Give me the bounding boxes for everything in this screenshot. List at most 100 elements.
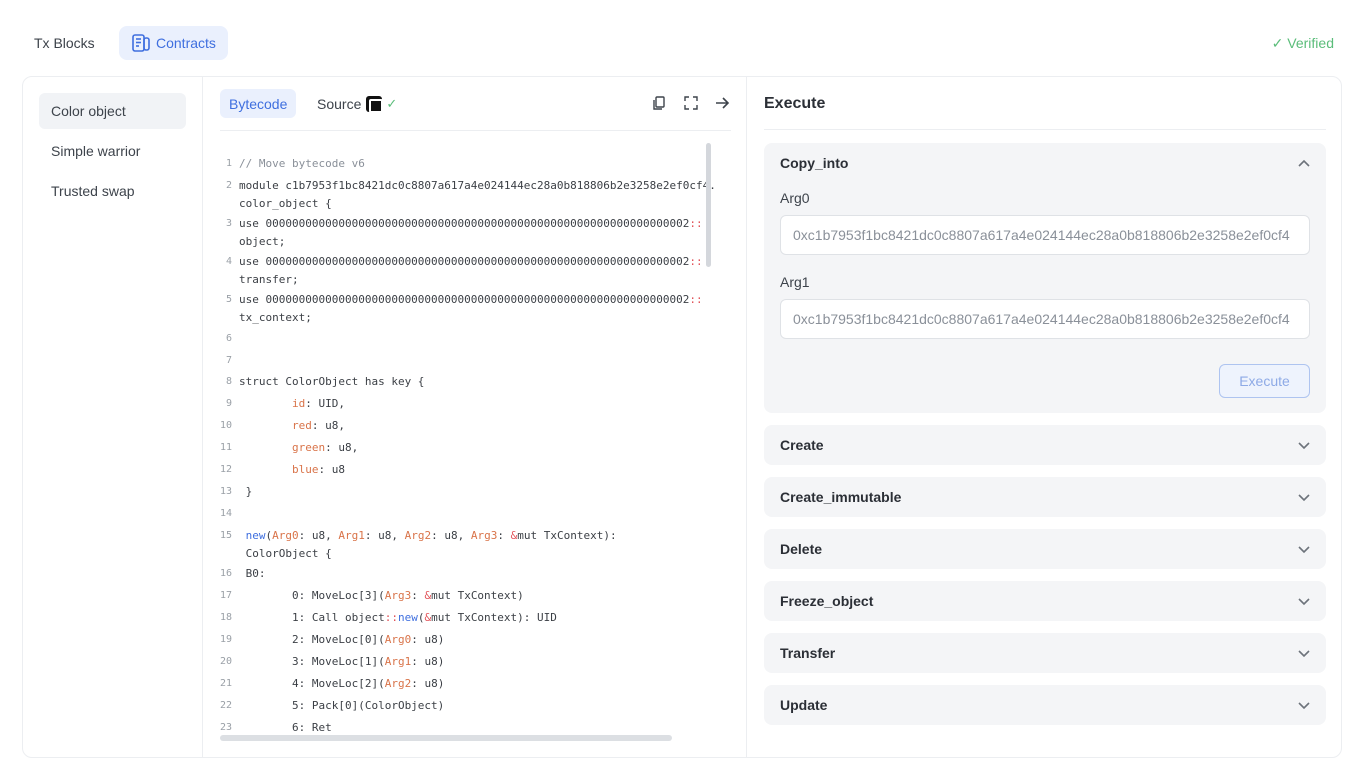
sidebar-item-simple-warrior[interactable]: Simple warrior bbox=[39, 133, 186, 169]
function-create[interactable]: Create bbox=[764, 425, 1326, 465]
sidebar-item-trusted-swap[interactable]: Trusted swap bbox=[39, 173, 186, 209]
line-number: 15 bbox=[220, 530, 233, 541]
code-line: color_object { bbox=[239, 197, 332, 210]
function-name: Delete bbox=[780, 541, 823, 557]
vertical-scrollbar[interactable] bbox=[706, 143, 711, 267]
function-create-immutable[interactable]: Create_immutable bbox=[764, 477, 1326, 517]
line-number: 22 bbox=[220, 700, 233, 711]
line-number: 20 bbox=[220, 656, 233, 667]
function-name[interactable]: Copy_into bbox=[780, 155, 848, 171]
code-line: blue: u8 bbox=[291, 463, 345, 476]
tab-contracts[interactable]: Contracts bbox=[119, 26, 228, 60]
line-number: 13 bbox=[220, 486, 233, 497]
bytecode-view[interactable]: 1 // Move bytecode v6 2 module c1b7953f1bc8… bbox=[220, 143, 715, 735]
code-line: use 000000000000000000000000000000000000… bbox=[239, 217, 703, 230]
code-line: use 000000000000000000000000000000000000… bbox=[239, 293, 703, 306]
function-name: Transfer bbox=[780, 645, 836, 661]
code-line: 3: MoveLoc[1](Arg1: u8) bbox=[239, 655, 445, 668]
line-number: 10 bbox=[220, 420, 233, 431]
divider bbox=[764, 129, 1326, 130]
arg1-label: Arg1 bbox=[780, 274, 810, 290]
tab-tx-blocks[interactable]: Tx Blocks bbox=[22, 26, 107, 60]
line-number: 1 bbox=[225, 158, 232, 169]
line-number: 6 bbox=[225, 333, 232, 344]
execute-button[interactable]: Execute bbox=[1219, 364, 1310, 398]
line-number: 23 bbox=[220, 722, 233, 733]
tab-source[interactable]: Source ✓ bbox=[308, 89, 406, 118]
code-line: struct ColorObject has key { bbox=[239, 375, 425, 388]
execute-title: Execute bbox=[764, 95, 826, 112]
code-line: 0: MoveLoc[3](Arg3: &mut TxContext) bbox=[239, 589, 524, 602]
arrow-right-icon[interactable] bbox=[712, 93, 732, 113]
contract-sidebar: Color object Simple warrior Trusted swap bbox=[23, 77, 203, 757]
code-line: module c1b7953f1bc8421dc0c8807a617a4e024… bbox=[239, 179, 715, 192]
sidebar-item-color-object[interactable]: Color object bbox=[39, 93, 186, 129]
sidebar-item-label: Color object bbox=[51, 103, 126, 119]
line-number: 19 bbox=[220, 634, 233, 645]
tab-tx-blocks-label: Tx Blocks bbox=[34, 35, 95, 51]
sidebar-item-label: Simple warrior bbox=[51, 143, 141, 159]
code-line: object; bbox=[239, 235, 286, 248]
top-navigation: Tx Blocks Contracts ✓ Verified bbox=[0, 0, 1368, 76]
function-update[interactable]: Update bbox=[764, 685, 1326, 725]
code-tabs: Bytecode Source ✓ bbox=[220, 89, 731, 131]
chevron-down-icon bbox=[1298, 598, 1310, 606]
code-line: 4: MoveLoc[2](Arg2: u8) bbox=[239, 677, 445, 690]
code-line: 5: Pack[0](ColorObject) bbox=[239, 699, 445, 712]
source-verified-check: ✓ bbox=[386, 95, 398, 111]
code-line: tx_context; bbox=[239, 311, 312, 324]
tab-bytecode-label: Bytecode bbox=[229, 95, 288, 112]
chevron-down-icon bbox=[1298, 546, 1310, 554]
code-line: 2: MoveLoc[0](Arg0: u8) bbox=[239, 633, 445, 646]
line-number: 9 bbox=[225, 398, 232, 409]
code-line: transfer; bbox=[239, 273, 299, 286]
line-number: 12 bbox=[220, 464, 233, 475]
code-line: id: UID, bbox=[291, 397, 345, 410]
line-number: 2 bbox=[225, 180, 232, 191]
code-panel: Bytecode Source ✓ 1 // Move bytecode v6 2 m… bbox=[204, 77, 747, 757]
chevron-down-icon bbox=[1298, 494, 1310, 502]
tab-source-label: Source bbox=[317, 95, 362, 112]
chevron-down-icon bbox=[1298, 702, 1310, 710]
line-number: 21 bbox=[220, 678, 233, 689]
arg0-input[interactable] bbox=[780, 215, 1310, 255]
line-number: 17 bbox=[220, 590, 233, 601]
line-number: 3 bbox=[225, 218, 232, 229]
function-name: Update bbox=[780, 697, 828, 713]
code-line: ColorObject { bbox=[239, 547, 332, 560]
contract-icon bbox=[132, 34, 150, 52]
code-line: 6: Ret bbox=[239, 721, 332, 734]
chevron-up-icon[interactable] bbox=[1296, 156, 1312, 172]
line-number: 5 bbox=[225, 294, 232, 305]
verified-status: ✓ Verified bbox=[1271, 35, 1334, 51]
code-line: B0: bbox=[239, 567, 266, 580]
copy-icon[interactable] bbox=[649, 93, 669, 113]
contract-card: Color object Simple warrior Trusted swap… bbox=[22, 76, 1342, 758]
sidebar-item-label: Trusted swap bbox=[51, 183, 135, 199]
function-freeze-object[interactable]: Freeze_object bbox=[764, 581, 1326, 621]
line-number: 18 bbox=[220, 612, 233, 623]
function-copy-into: Copy_into Arg0 Arg1 Execute bbox=[764, 143, 1326, 413]
line-number: 16 bbox=[220, 568, 233, 579]
fullscreen-icon[interactable] bbox=[681, 93, 701, 113]
code-line: 1: Call object::new(&mut TxContext): UID bbox=[239, 611, 557, 624]
chevron-down-icon bbox=[1298, 650, 1310, 658]
arg1-input[interactable] bbox=[780, 299, 1310, 339]
code-line: } bbox=[239, 485, 253, 498]
line-number: 4 bbox=[225, 256, 232, 267]
code-line: use 000000000000000000000000000000000000… bbox=[239, 255, 703, 268]
line-number: 7 bbox=[225, 355, 232, 366]
horizontal-scrollbar[interactable] bbox=[220, 735, 672, 741]
move-language-icon bbox=[366, 95, 384, 113]
function-name: Create_immutable bbox=[780, 489, 902, 505]
line-number: 14 bbox=[220, 508, 233, 519]
function-delete[interactable]: Delete bbox=[764, 529, 1326, 569]
chevron-down-icon bbox=[1298, 442, 1310, 450]
line-number: 8 bbox=[225, 376, 232, 387]
function-transfer[interactable]: Transfer bbox=[764, 633, 1326, 673]
function-name: Create bbox=[780, 437, 824, 453]
line-number: 11 bbox=[220, 442, 233, 453]
tab-bytecode[interactable]: Bytecode bbox=[220, 89, 297, 118]
code-line: red: u8, bbox=[291, 419, 345, 432]
execute-panel: Execute Copy_into Arg0 Arg1 Execute Crea… bbox=[748, 77, 1341, 757]
